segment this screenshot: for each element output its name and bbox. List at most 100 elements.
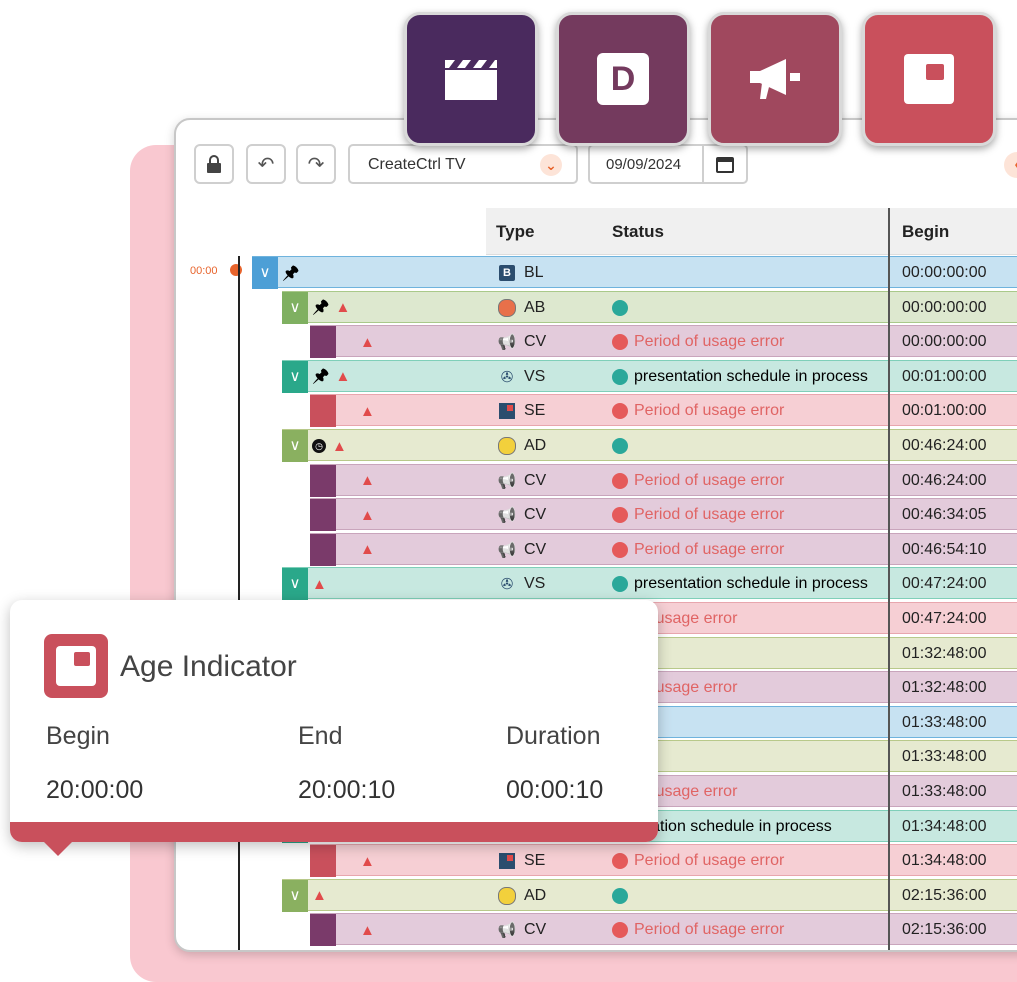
warning-icon: ▲ [360,921,375,939]
begin-time: 01:34:48:00 [902,852,987,870]
begin-time: 00:00:00:00 [902,298,987,316]
previous-day-button[interactable]: ‹ [1004,152,1017,178]
table-row[interactable]: ▲ 📢 CV Period of usage error 00:46:34:05 [310,498,1017,532]
popup-begin-label: Begin [46,722,110,750]
expand-toggle[interactable]: ∨ [252,257,278,289]
megaphone-icon [750,59,800,99]
expand-toggle[interactable]: ∨ [282,360,308,393]
status-text: Period of usage error [634,471,785,489]
film-reel-icon: ✇ [500,576,514,594]
channel-select-value: CreateCtrl TV [368,156,466,173]
header-begin[interactable]: Begin [902,222,949,242]
type-label: VS [524,367,546,385]
table-header: Type Status Begin [486,208,1017,255]
film-reel-icon: ✇ [500,368,514,386]
pin-icon: 📌 [312,299,330,316]
type-label: CV [524,540,547,558]
ok-status-icon [612,368,628,385]
table-row[interactable]: ∨ ◷ ▲ AD 00:46:24:00 [282,429,1017,462]
header-type[interactable]: Type [496,222,534,242]
warning-icon: ▲ [312,575,327,593]
popup-begin-value: 20:00:00 [46,776,144,804]
calendar-button[interactable] [702,146,746,182]
begin-time: 01:33:48:00 [902,783,987,800]
begin-time: 00:46:34:05 [902,506,987,524]
column-divider [888,208,890,950]
status-cell: presentation schedule in process [612,568,884,600]
error-status-icon [612,472,628,489]
type-label: SE [524,402,546,420]
lock-button[interactable] [194,144,234,184]
undo-button[interactable]: ↶ [246,144,286,184]
tile-megaphone[interactable] [708,12,842,146]
status-cell [612,880,884,912]
table-row[interactable]: ▲ 📢 CV Period of usage error 00:46:54:10 [310,532,1017,566]
table-row[interactable]: ∨ 📌 ▲ ✇ VS presentation schedule in process 00… [282,359,1017,393]
type-cell: 📢 CV [498,326,547,358]
type-cell: 📢 CV [498,499,547,531]
date-value: 09/09/2024 [606,156,682,173]
tile-movie[interactable] [404,12,538,146]
tile-age-indicator[interactable] [862,12,996,146]
begin-time: 00:00:00:00 [902,264,987,281]
error-status-icon [612,507,628,524]
begin-time: 01:32:48:00 [902,644,987,662]
expand-toggle[interactable]: ∨ [282,430,308,462]
begin-time: 00:47:24:00 [902,575,987,593]
popup-duration-value: 00:00:10 [506,776,604,804]
row-flags: ▲ [360,465,375,497]
status-cell: Period of usage error [612,395,884,427]
table-row[interactable]: ∨ ▲ ✇ VS presentation schedule in process 00:… [282,567,1017,601]
tile-d[interactable]: D [556,12,690,146]
row-flags: ▲ [312,880,327,912]
row-flags: 📌 ▲ [312,361,350,393]
expand-toggle[interactable]: ∨ [282,291,308,324]
type-label: AD [524,886,547,904]
row-flags: ▲ [360,326,375,358]
begin-time: 01:33:48:00 [902,713,987,731]
begin-time: 00:01:00:00 [902,402,987,420]
timeline-marker[interactable] [230,264,242,276]
chevron-down-icon: ⌄ [540,154,562,176]
d-letter-icon: D [597,53,649,105]
row-flags: 📌 [282,257,299,289]
date-field[interactable]: 09/09/2024 [588,144,748,184]
error-status-icon [612,853,628,870]
warning-icon: ▲ [360,852,375,870]
table-row[interactable]: ▲ SE Period of usage error 01:34:48:00 [310,844,1017,878]
begin-time: 00:46:24:00 [902,471,987,489]
table-row[interactable]: ∨ ▲ AD 02:15:36:00 [282,878,1017,912]
lock-icon [207,155,221,173]
chevron-down-icon: ∨ [259,264,271,281]
redo-button[interactable]: ↷ [296,144,336,184]
timeline-start-label: 00:00 [190,265,218,277]
table-row[interactable]: ∨ 📌 B BL 00:00:00:00 [252,256,1017,289]
undo-icon: ↶ [257,153,275,176]
header-status[interactable]: Status [612,222,664,242]
table-row[interactable]: ▲ 📢 CV Period of usage error 02:15:36:00 [310,913,1017,947]
type-cell: ✇ VS [498,568,546,600]
ok-status-icon [612,576,628,593]
megaphone-icon: 📢 [497,922,517,940]
clapperboard-icon [445,60,497,100]
megaphone-icon: 📢 [497,541,517,559]
row-color-marker [310,914,336,947]
orange-dot-icon [498,298,516,317]
table-row[interactable]: ▲ 📢 CV Period of usage error 00:00:00:00 [310,325,1017,359]
expand-toggle[interactable]: ∨ [282,568,308,601]
type-label: CV [524,921,547,939]
table-row[interactable]: ▲ 📢 CV Period of usage error 00:46:24:00 [310,463,1017,497]
type-label: AD [524,437,547,454]
chevron-down-icon: ∨ [289,437,301,454]
warning-icon: ▲ [360,402,375,420]
chevron-down-icon: ∨ [289,298,301,316]
calendar-icon [716,157,734,173]
age-indicator-icon [44,634,108,698]
chevron-down-icon: ∨ [289,886,301,904]
table-row[interactable]: ∨ 📌 ▲ AB 00:00:00:00 [282,290,1017,324]
type-cell: SE [498,845,545,877]
expand-toggle[interactable]: ∨ [282,879,308,912]
table-row[interactable]: ▲ SE Period of usage error 00:01:00:00 [310,394,1017,428]
channel-select[interactable]: CreateCtrl TV ⌄ [348,144,578,184]
warning-icon: ▲ [312,887,327,905]
